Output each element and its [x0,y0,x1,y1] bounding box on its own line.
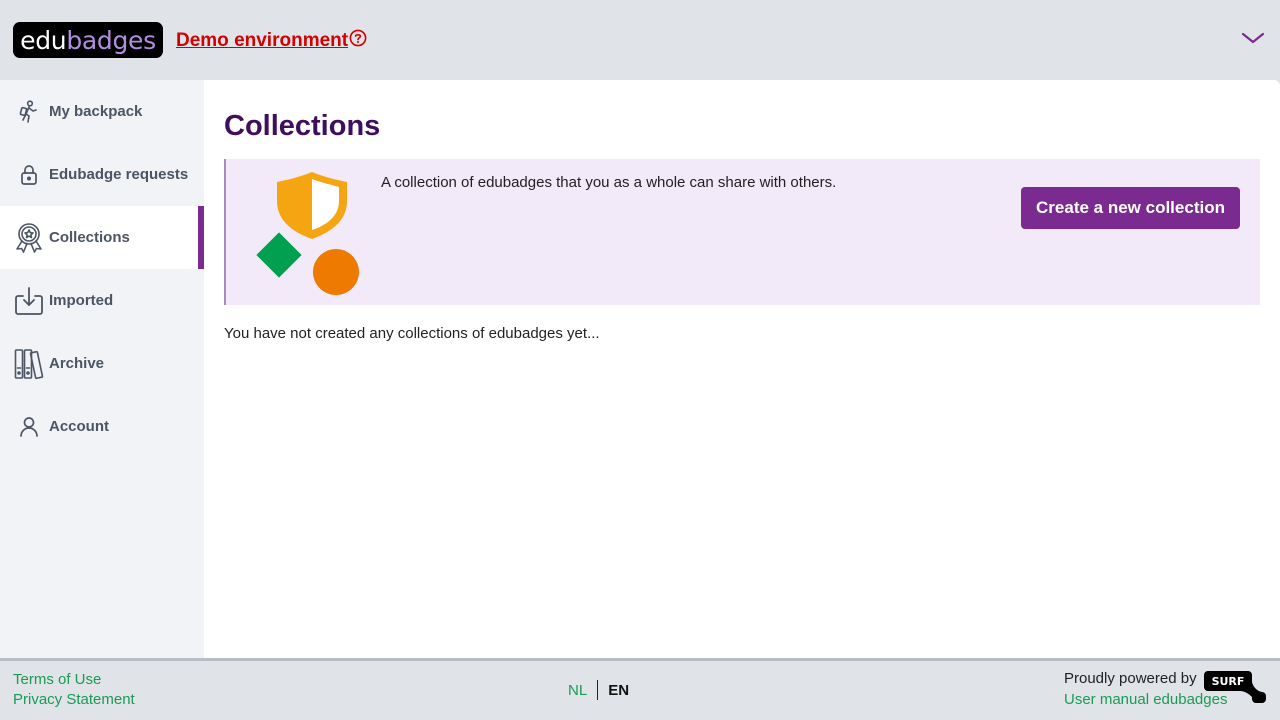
sidebar: My backpack Edubadge requests Collection… [0,80,204,658]
sidebar-item-label: Account [49,418,109,435]
edubadges-logo[interactable]: edu badges [13,22,163,58]
collections-description: A collection of edubadges that you as a … [381,174,837,191]
sidebar-item-label: Archive [49,355,105,372]
language-en-option[interactable]: EN [608,682,629,699]
footer: Terms of Use Privacy Statement NL EN Pro… [0,661,1280,720]
circle-shape [313,249,359,295]
sidebar-item-label: Imported [49,292,114,309]
logo-badges-text: badges [66,25,156,55]
sidebar-item-collections[interactable]: Collections [0,206,204,269]
top-header: edu badges Demo environment [0,0,1280,80]
sidebar-item-archive[interactable]: Archive [0,332,204,395]
sidebar-item-label: Collections [49,229,130,246]
language-separator [597,680,599,700]
user-icon [14,411,44,443]
empty-collections-message: You have not created any collections of … [224,325,600,342]
badges-illustration [252,169,364,297]
lock-icon [14,159,44,191]
backpack-icon [14,96,44,128]
archive-icon [14,348,44,380]
powered-by-label: Proudly powered by [1064,670,1197,687]
user-manual-link[interactable]: User manual edubadges [1064,691,1227,708]
privacy-statement-link[interactable]: Privacy Statement [13,691,135,708]
diamond-shape [256,232,302,278]
question-circle-icon[interactable] [349,29,367,53]
create-collection-button[interactable]: Create a new collection [1021,187,1240,229]
sidebar-item-label: My backpack [49,103,143,120]
collections-info-panel: A collection of edubadges that you as a … [224,159,1260,305]
sidebar-item-imported[interactable]: Imported [0,269,204,332]
sidebar-item-account[interactable]: Account [0,395,204,458]
logo-edu-text: edu [20,25,67,55]
sidebar-item-label: Edubadge requests [49,166,189,183]
page-title: Collections [224,110,381,142]
main-content: Collections A collection of edubadges th… [204,80,1280,658]
demo-environment-link[interactable]: Demo environment [176,29,367,53]
sidebar-item-edubadge-requests[interactable]: Edubadge requests [0,143,204,206]
language-switcher: NL EN [568,680,629,700]
import-icon [14,285,44,317]
sidebar-item-my-backpack[interactable]: My backpack [0,80,204,143]
language-nl-option[interactable]: NL [568,682,587,699]
chevron-down-icon[interactable] [1241,30,1265,46]
award-badge-icon [14,222,44,254]
demo-environment-label: Demo environment [176,30,349,51]
terms-of-use-link[interactable]: Terms of Use [13,671,101,688]
surf-logo-text: SURF [1212,675,1245,688]
